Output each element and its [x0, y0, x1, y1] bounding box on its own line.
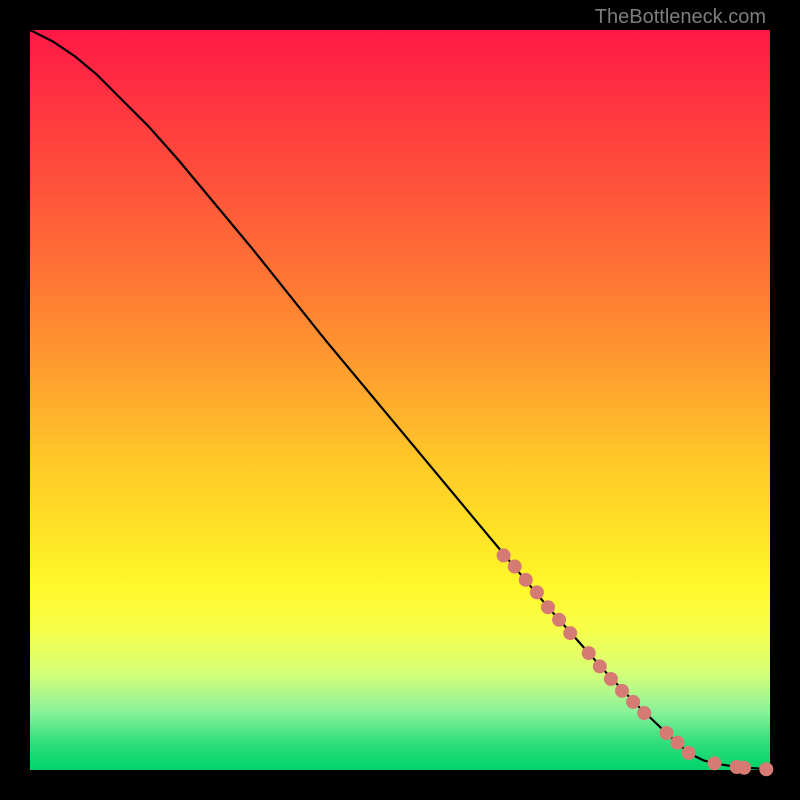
- marker-dot: [626, 695, 640, 709]
- watermark-text: TheBottleneck.com: [595, 6, 766, 29]
- marker-dot: [659, 726, 673, 740]
- highlighted-segment: [497, 548, 774, 776]
- marker-dot: [759, 762, 773, 776]
- chart-frame: TheBottleneck.com: [0, 0, 800, 800]
- plot-area: [30, 30, 770, 770]
- chart-svg: [30, 30, 770, 770]
- marker-dot: [563, 626, 577, 640]
- marker-dot: [637, 706, 651, 720]
- marker-dot: [552, 613, 566, 627]
- marker-dot: [519, 573, 533, 587]
- marker-dot: [497, 548, 511, 562]
- marker-dot: [582, 646, 596, 660]
- marker-dot: [541, 600, 555, 614]
- marker-dot: [530, 585, 544, 599]
- marker-dot: [604, 672, 618, 686]
- marker-dot: [508, 560, 522, 574]
- marker-dot: [737, 761, 751, 775]
- marker-dot: [615, 684, 629, 698]
- marker-dot: [671, 736, 685, 750]
- marker-dot: [682, 746, 696, 760]
- marker-dot: [708, 756, 722, 770]
- marker-dot: [593, 659, 607, 673]
- bottleneck-curve: [30, 30, 770, 769]
